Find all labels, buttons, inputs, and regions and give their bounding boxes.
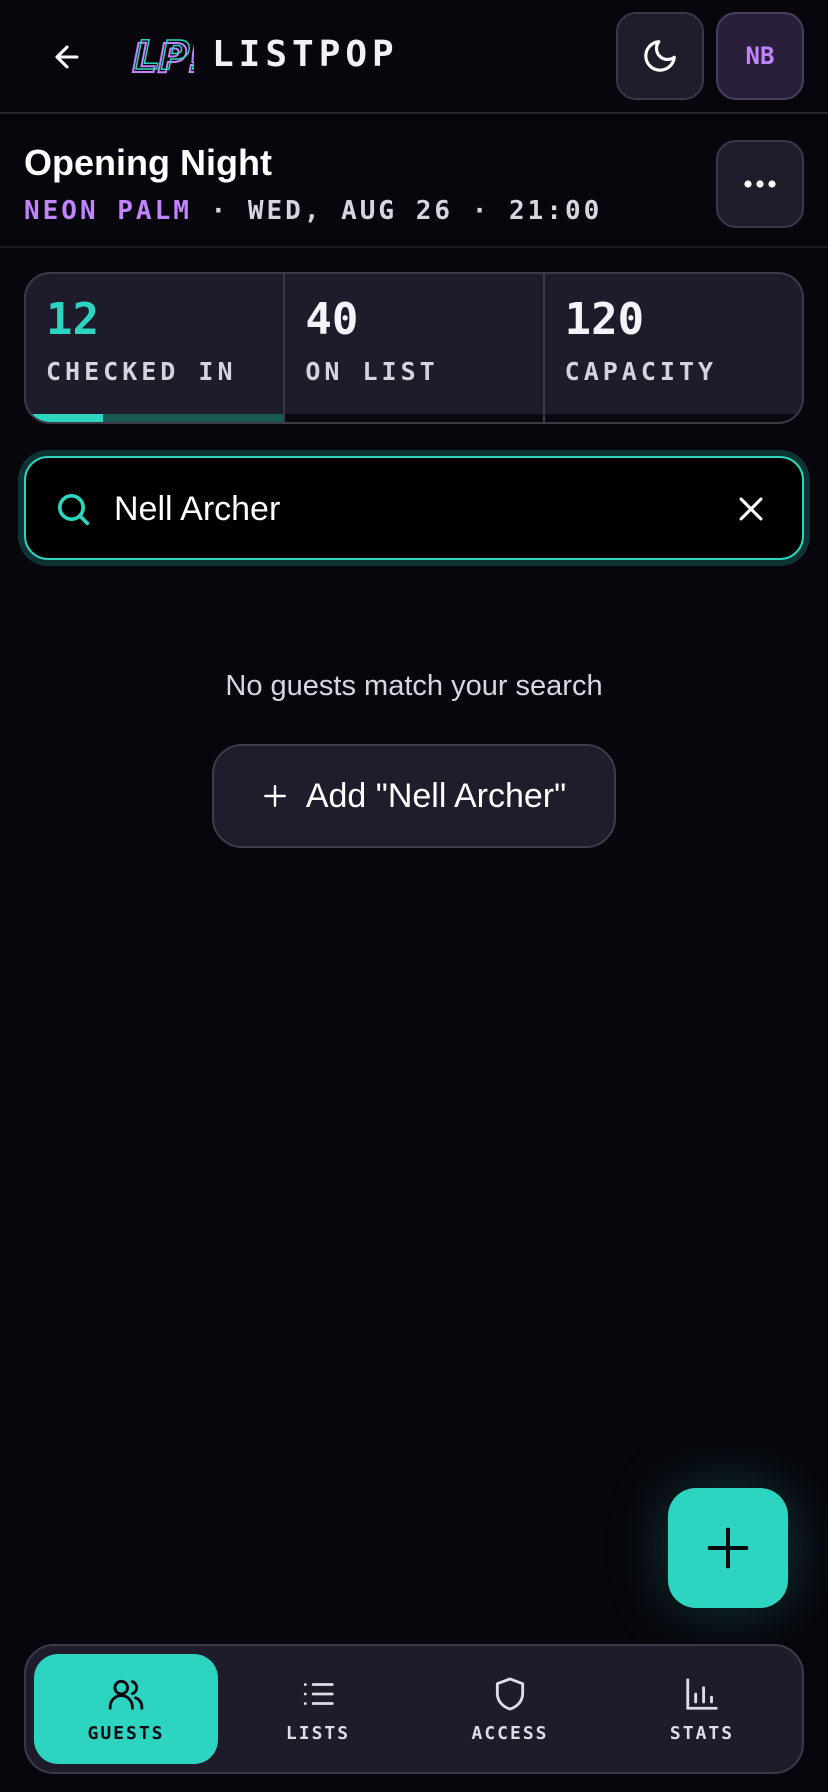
bottom-nav: GUESTS LISTS ACCESS STATS (24, 1644, 804, 1774)
nav-item-stats[interactable]: STATS (610, 1654, 794, 1764)
stat-label: ON LIST (305, 357, 439, 386)
stat-label: CAPACITY (564, 357, 718, 386)
nav-label: ACCESS (471, 1722, 549, 1744)
nav-item-guests[interactable]: GUESTS (34, 1654, 218, 1764)
user-avatar[interactable]: NB (716, 12, 804, 100)
more-horizontal-icon (744, 180, 776, 188)
stat-capacity: 120 CAPACITY (542, 274, 802, 422)
list-icon (303, 1682, 334, 1705)
stat-label: CHECKED IN (46, 357, 237, 386)
stat-on-list: 40 ON LIST (283, 274, 543, 422)
stat-bar (544, 414, 802, 422)
nav-label: LISTS (285, 1722, 351, 1744)
nav-label: STATS (669, 1722, 735, 1744)
event-datetime: · WED, AUG 26 · 21:00 (210, 196, 603, 226)
nav-item-lists[interactable]: LISTS (226, 1654, 410, 1764)
checkin-progress-fill (26, 414, 104, 422)
clear-search-button[interactable] (726, 484, 776, 534)
arrow-left-icon (55, 45, 79, 69)
plus-icon (263, 785, 286, 807)
back-button[interactable] (40, 32, 94, 82)
more-options-button[interactable] (716, 140, 804, 228)
bar-chart-icon (686, 1677, 718, 1710)
stats-panel: 12 CHECKED IN 40 ON LIST 120 CAPACITY (24, 272, 804, 424)
search-input[interactable] (114, 482, 714, 536)
close-icon (739, 497, 763, 521)
top-bar: LP! LP! LISTPOP NB (0, 0, 828, 114)
stat-value: 40 (305, 294, 359, 345)
users-icon (108, 1679, 144, 1710)
nav-item-access[interactable]: ACCESS (418, 1654, 602, 1764)
stat-checked-in: 12 CHECKED IN (26, 274, 284, 422)
plus-icon (707, 1527, 749, 1569)
stat-value: 120 (564, 294, 645, 345)
add-guest-button[interactable]: Add "Nell Archer" (212, 744, 616, 848)
search-icon (58, 494, 90, 526)
event-header: Opening Night NEON PALM · WED, AUG 26 · … (0, 116, 828, 248)
shield-icon (495, 1677, 525, 1710)
event-meta: NEON PALM · WED, AUG 26 · 21:00 (24, 196, 602, 226)
event-venue: NEON PALM (24, 196, 192, 226)
nav-label: GUESTS (87, 1722, 165, 1744)
event-title: Opening Night (24, 142, 272, 183)
add-fab-button[interactable] (668, 1488, 788, 1608)
empty-state-message: No guests match your search (225, 670, 603, 702)
svg-text:LP!: LP! (135, 33, 194, 79)
checkin-progress-bar (26, 414, 284, 422)
stat-value: 12 (46, 294, 99, 345)
theme-toggle-button[interactable] (616, 12, 704, 100)
brand-name: LISTPOP (212, 34, 399, 75)
add-guest-label: Add "Nell Archer" (305, 776, 567, 815)
guest-search (24, 456, 804, 560)
moon-icon (644, 40, 676, 72)
app-logo: LP! LP! (130, 26, 194, 84)
stat-bar (285, 414, 543, 422)
